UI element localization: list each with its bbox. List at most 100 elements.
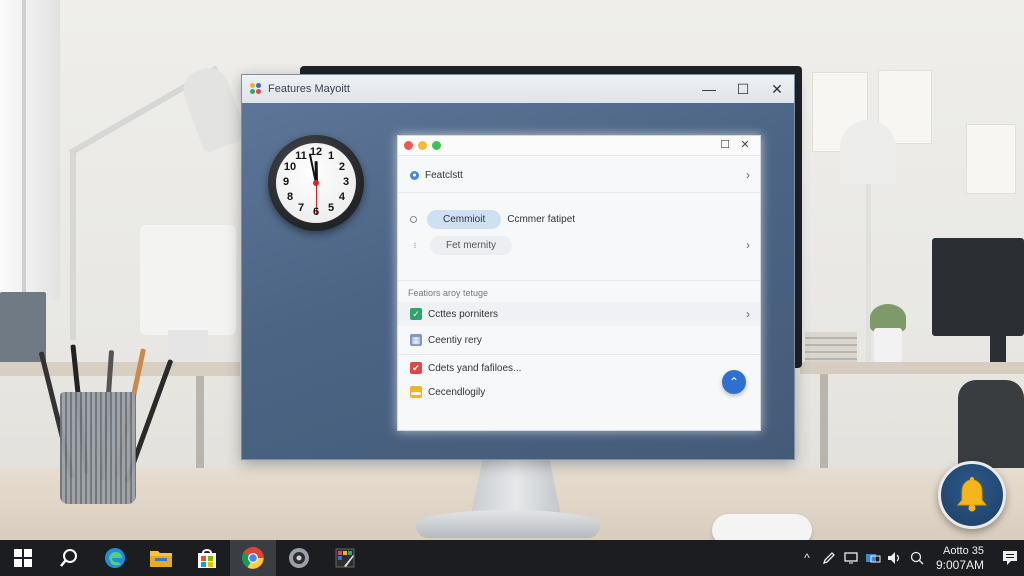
window-titlebar[interactable]: Features Mayoitt — ☐ ✕: [242, 75, 794, 103]
clock-numeral: 7: [297, 201, 305, 214]
expand-icon: ⁝: [413, 240, 417, 250]
settings-panel: ☐ ✕ ● Featclstt › Cemmioit Ccmmer fatipe…: [397, 135, 761, 431]
list-item-label: Ceentiy rery: [428, 334, 482, 346]
background-desk-right: [800, 362, 1024, 374]
panel-header-row[interactable]: ● Featclstt ›: [398, 164, 760, 186]
paint-app-button[interactable]: [322, 540, 368, 576]
notification-bell-button[interactable]: [938, 461, 1006, 529]
tray-date: Aotto 35: [943, 545, 984, 557]
file-explorer-button[interactable]: [138, 540, 184, 576]
panel-close-dot[interactable]: [404, 141, 413, 150]
display-icon[interactable]: [840, 552, 862, 564]
pill-row-2: ⁝ Fet mernity ›: [398, 234, 760, 256]
background-monitor-stand: [990, 336, 1006, 362]
system-tray: ^ Aotto 35 9:007AM: [796, 540, 1024, 576]
divider: [398, 354, 760, 355]
panel-header-text: Featclstt: [425, 169, 463, 181]
tray-overflow-chevron-icon[interactable]: ^: [796, 551, 818, 565]
desk-lamp-pole: [70, 150, 76, 340]
network-icon[interactable]: [862, 552, 884, 564]
background-desk-leg: [820, 374, 828, 474]
background-computer: [140, 225, 236, 335]
folder-icon: ▬: [410, 386, 422, 398]
info-icon: ●: [410, 170, 419, 180]
check-square-icon: ✓: [410, 308, 422, 320]
primary-pill-button[interactable]: Cemmioit: [427, 209, 502, 229]
bell-icon: [956, 477, 988, 512]
store-icon: [198, 549, 216, 568]
taskbar: ^ Aotto 35 9:007AM: [0, 540, 1024, 576]
divider: [398, 192, 760, 193]
chevron-right-icon: ›: [746, 238, 750, 252]
clock-numeral: 11: [295, 150, 307, 163]
clock-numeral: 5: [327, 201, 335, 214]
grid-icon: ▦: [410, 334, 422, 346]
clock-numeral: 3: [342, 176, 350, 188]
office-window: [0, 0, 60, 300]
radio-icon[interactable]: [410, 215, 417, 223]
scroll-up-button[interactable]: ⌃: [722, 370, 746, 394]
monitor-stand-base: [416, 510, 600, 538]
clock-numeral: 6: [312, 206, 320, 218]
list-item[interactable]: ▦ Ceentiy rery: [398, 328, 760, 352]
window-title: Features Mayoitt: [268, 83, 350, 95]
chevron-right-icon: ›: [746, 168, 750, 182]
pen-icon[interactable]: [818, 551, 840, 565]
clock-face: 12 1 2 3 4 5 6 7 8 9 10 11: [276, 143, 356, 223]
minimize-button[interactable]: —: [692, 75, 726, 103]
clock-numeral: 2: [338, 161, 346, 173]
panel-close-button[interactable]: ✕: [738, 138, 752, 151]
store-app-button[interactable]: [184, 540, 230, 576]
background-plant-pot: [874, 328, 902, 362]
folder-icon: [150, 551, 172, 567]
desk-lamp-shade: [177, 62, 249, 154]
search-icon: [60, 549, 77, 567]
clock-widget: 12 1 2 3 4 5 6 7 8 9 10 11: [268, 135, 364, 231]
pencil-cup: [60, 392, 136, 504]
media-icon: [289, 548, 309, 568]
clock-date-display[interactable]: Aotto 35 9:007AM: [936, 544, 984, 572]
chrome-icon: [242, 547, 264, 569]
media-app-button[interactable]: [276, 540, 322, 576]
background-monitor: [932, 238, 1024, 336]
search-tray-icon[interactable]: [906, 551, 928, 565]
list-item-label: Cdets yand fafiloes...: [428, 362, 522, 374]
action-center-button[interactable]: [996, 540, 1024, 576]
section-label: Featiors aroy tetuge: [408, 288, 489, 298]
tertiary-pill-button[interactable]: Fet mernity: [430, 235, 513, 255]
chrome-browser-button[interactable]: [230, 540, 276, 576]
list-item-label: Ccttes porniters: [428, 308, 499, 320]
list-item-label: Cecendlogily: [428, 386, 486, 398]
notification-icon: [1003, 551, 1017, 565]
list-item[interactable]: ✓ Ccttes porniters ›: [398, 302, 760, 326]
app-window: Features Mayoitt — ☐ ✕ 12 1 2 3 4 5 6 7 8 9 10 11 ☐…: [241, 74, 795, 460]
clock-center-pin: [313, 180, 319, 186]
maximize-button[interactable]: ☐: [726, 75, 760, 103]
background-desk-left: [0, 362, 240, 376]
secondary-option-link[interactable]: Ccmmer fatipet: [507, 214, 575, 225]
clock-numeral: 9: [282, 176, 290, 188]
windows-logo-icon: [14, 549, 32, 567]
clock-numeral: 10: [283, 161, 297, 173]
tray-time: 9:007AM: [935, 558, 984, 572]
list-item[interactable]: ▬ Cecendlogily: [398, 380, 760, 404]
divider: [398, 280, 760, 281]
background-books: [805, 332, 857, 362]
panel-minimize-dot[interactable]: [418, 141, 427, 150]
background-lamp: [840, 120, 896, 184]
close-button[interactable]: ✕: [760, 75, 794, 103]
list-item[interactable]: ✔ Cdets yand fafiloes...: [398, 356, 760, 380]
edge-icon: [105, 548, 125, 568]
search-button[interactable]: [46, 540, 92, 576]
edge-browser-button[interactable]: [92, 540, 138, 576]
checkmark-icon: ✔: [410, 362, 422, 374]
background-lamp-pole: [866, 184, 871, 364]
start-button[interactable]: [0, 540, 46, 576]
panel-maximize-button[interactable]: ☐: [718, 138, 732, 151]
volume-icon[interactable]: [884, 551, 906, 565]
app-logo-icon: [250, 83, 262, 95]
chevron-right-icon: ›: [746, 307, 750, 321]
clock-numeral: 12: [309, 146, 323, 158]
panel-zoom-dot[interactable]: [432, 141, 441, 150]
pill-row: Cemmioit Ccmmer fatipet: [398, 208, 760, 230]
